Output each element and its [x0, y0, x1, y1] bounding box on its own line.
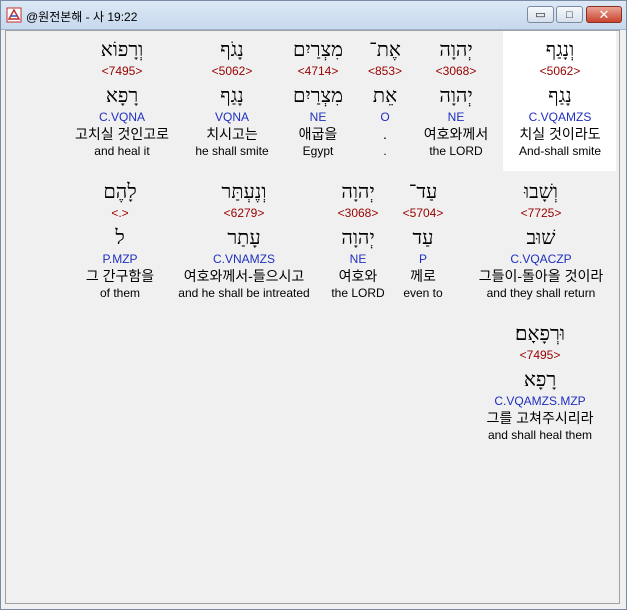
english-gloss: the LORD — [331, 286, 385, 300]
word-block[interactable]: נָגֹף <5062> נָגַף VQNA 치시고는 he shall sm… — [172, 35, 292, 159]
word-block[interactable]: וְשָׁבוּ <7725> שׁוּב C.VQACZP 그들이-돌아올 것… — [476, 177, 606, 301]
korean-gloss: 고치실 것인고로 — [74, 126, 170, 142]
maximize-icon: □ — [566, 8, 573, 21]
hebrew-word: וּרְפָאָם׃ — [515, 321, 565, 345]
hebrew-lemma: רָפָא — [523, 367, 557, 391]
hebrew-word: וְשָׁבוּ — [523, 179, 559, 203]
hebrew-lemma: רָפָא — [105, 83, 139, 107]
strong-number[interactable]: <3068> — [323, 205, 393, 221]
english-gloss: of them — [99, 286, 141, 300]
morphology-code: C.VQAMZS — [528, 110, 592, 124]
hebrew-lemma: שׁוּב — [526, 225, 556, 249]
morphology-code: C.VNAMZS — [212, 252, 275, 266]
strong-number[interactable]: <.> — [72, 205, 168, 221]
maximize-button[interactable]: □ — [556, 6, 583, 23]
app-logo-icon — [6, 7, 22, 23]
hebrew-word: וְנָגַף — [545, 37, 575, 61]
strong-number[interactable]: <7495> — [470, 347, 610, 363]
morphology-code: C.VQAMZS.MZP — [494, 394, 586, 408]
english-gloss: and heal it — [94, 144, 150, 158]
strong-number[interactable]: <7495> — [62, 63, 182, 79]
hebrew-word: וְנֶעְתַּר — [221, 179, 267, 203]
korean-gloss: 그 간구함을 — [85, 268, 155, 284]
close-icon: ✕ — [598, 6, 610, 22]
korean-gloss: 치시고는 — [206, 126, 258, 142]
hebrew-lemma: ל — [115, 225, 125, 249]
hebrew-lemma: עָתַר — [227, 225, 261, 249]
korean-gloss: 치실 것이라도 — [519, 126, 601, 142]
strong-number[interactable]: <5062> — [172, 63, 292, 79]
word-block[interactable]: וְנָגַף <5062> נָגַף C.VQAMZS 치실 것이라도 An… — [500, 35, 620, 159]
hebrew-lemma: נָגַף — [548, 83, 572, 107]
hebrew-word: לָהֶם — [103, 179, 137, 203]
korean-gloss: 여호와께서-들으시고 — [183, 268, 305, 284]
title-bar[interactable]: @원전본해 - 사 19:22 ▭ □ ✕ — [1, 1, 626, 30]
verse-panel: וְנָגַף <5062> נָגַף C.VQAMZS 치실 것이라도 An… — [5, 30, 620, 604]
window-title: @원전본해 - 사 19:22 — [26, 10, 138, 24]
close-button[interactable]: ✕ — [586, 6, 622, 23]
morphology-code: NE — [349, 252, 367, 266]
minimize-button[interactable]: ▭ — [527, 6, 554, 23]
hebrew-lemma: נָגַף — [220, 83, 244, 107]
english-gloss: he shall smite — [195, 144, 269, 158]
korean-gloss: 여호와 — [338, 268, 378, 284]
word-block[interactable]: עַד־ <5704> עַד P 께로 even to — [388, 177, 458, 301]
strong-number[interactable]: <5062> — [500, 63, 620, 79]
english-gloss: even to — [403, 286, 443, 300]
word-block[interactable]: יְהוָה <3068> יְהוָה NE 여호와 the LORD — [323, 177, 393, 301]
strong-number[interactable]: <7725> — [476, 205, 606, 221]
korean-gloss: 그를 고쳐주시리라 — [486, 410, 594, 426]
english-gloss: and they shall return — [486, 286, 596, 300]
strong-number[interactable]: <6279> — [169, 205, 319, 221]
hebrew-lemma: יְהוָה — [341, 225, 375, 249]
word-block[interactable]: וְנֶעְתַּר <6279> עָתַר C.VNAMZS 여호와께서-들… — [169, 177, 319, 301]
app-window: @원전본해 - 사 19:22 ▭ □ ✕ וְנָגַף <5062> נָג… — [0, 0, 627, 610]
word-block[interactable]: וּרְפָאָם׃ <7495> רָפָא C.VQAMZS.MZP 그를 … — [470, 319, 610, 443]
korean-gloss: 께로 — [410, 268, 436, 284]
english-gloss: and he shall be intreated — [178, 286, 310, 300]
hebrew-word: וְרָפוֹא — [100, 37, 144, 61]
hebrew-word: נָגֹף — [220, 37, 244, 61]
word-block[interactable]: וְרָפוֹא <7495> רָפָא C.VQNA 고치실 것인고로 an… — [62, 35, 182, 159]
hebrew-word: יְהוָה — [341, 179, 375, 203]
morphology-code: C.VQACZP — [510, 252, 572, 266]
korean-gloss: 그들이-돌아올 것이라 — [478, 268, 604, 284]
morphology-code: VQNA — [214, 110, 249, 124]
strong-number[interactable]: <5704> — [388, 205, 458, 221]
english-gloss: And-shall smite — [518, 144, 602, 158]
morphology-code: P.MZP — [102, 252, 138, 266]
hebrew-word: עַד־ — [408, 179, 438, 203]
hebrew-lemma: עַד — [412, 225, 434, 249]
english-gloss: and shall heal them — [487, 428, 593, 442]
word-block[interactable]: לָהֶם <.> ל P.MZP 그 간구함을 of them — [72, 177, 168, 301]
morphology-code: P — [418, 252, 427, 266]
minimize-icon: ▭ — [535, 9, 546, 21]
morphology-code: C.VQNA — [98, 110, 145, 124]
